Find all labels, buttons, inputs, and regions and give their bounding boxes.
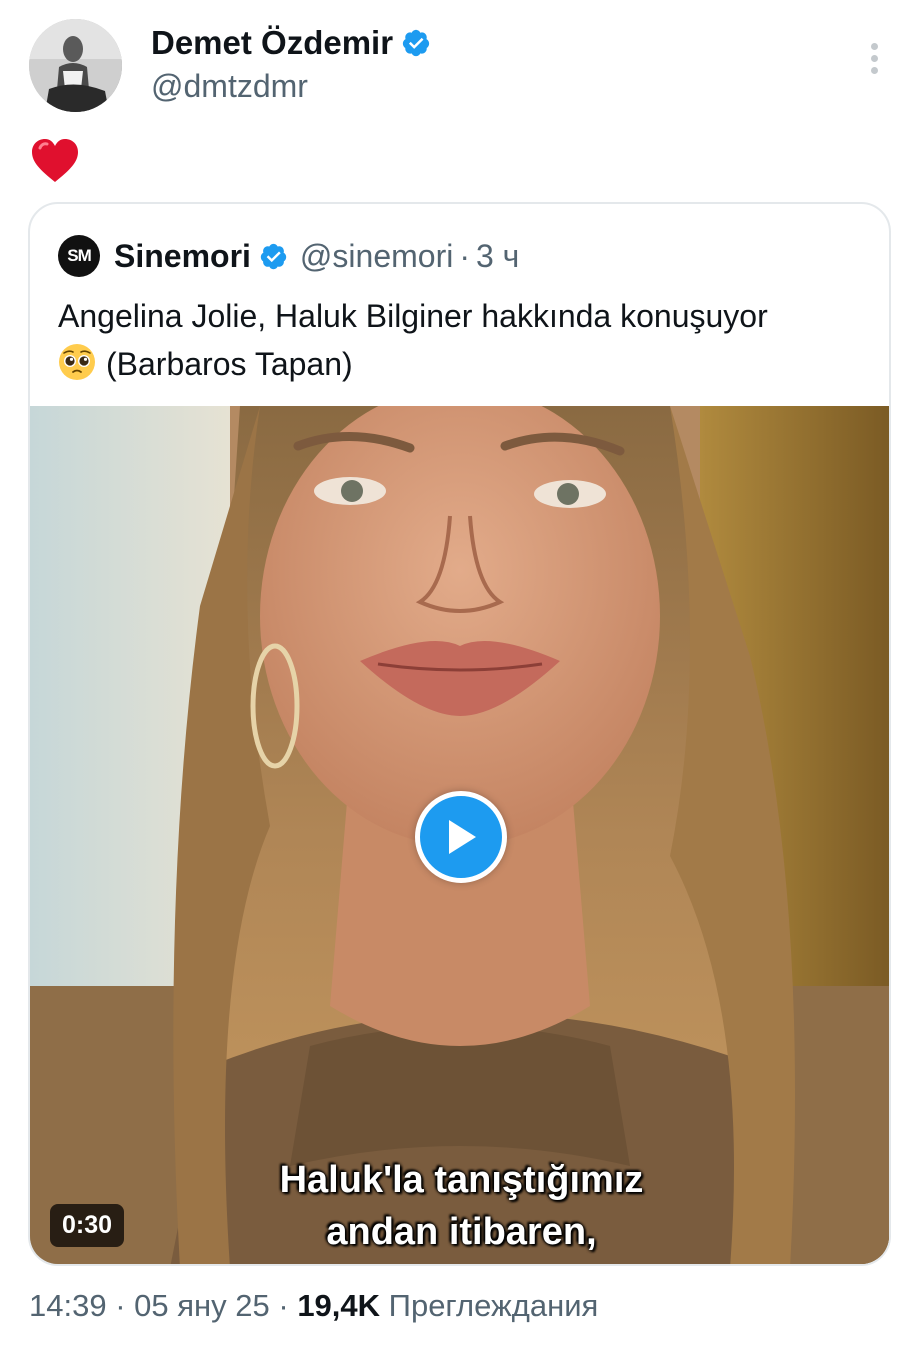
pleading-face-icon bbox=[59, 344, 95, 380]
video-subtitle: Haluk'la tanıştığımız andan itibaren, bbox=[30, 1154, 889, 1258]
play-icon bbox=[449, 820, 476, 854]
avatar-photo bbox=[29, 19, 122, 112]
views-count[interactable]: 19,4K bbox=[297, 1288, 380, 1323]
subtitle-line: Haluk'la tanıştığımız bbox=[279, 1159, 644, 1201]
quoted-tweet-text: Angelina Jolie, Haluk Bilginer hakkında … bbox=[58, 292, 868, 388]
red-heart-icon bbox=[32, 139, 78, 182]
meta-separator: · bbox=[106, 1288, 135, 1323]
meta-separator: · bbox=[269, 1288, 298, 1323]
verified-badge-icon bbox=[260, 243, 287, 269]
quoted-text-line: Angelina Jolie, Haluk Bilginer hakkında … bbox=[58, 298, 768, 334]
quoted-tweet-header: SM Sinemori @sinemori · 3 ч bbox=[58, 232, 519, 280]
logo-text: SM bbox=[67, 246, 91, 265]
tweet-date[interactable]: 05 яну 25 bbox=[134, 1288, 270, 1323]
author-name-row[interactable]: Demet Özdemir bbox=[151, 24, 431, 62]
quoted-text-line-2: (Barbaros Tapan) bbox=[58, 340, 868, 388]
tweet-meta: 14:39 · 05 яну 25 · 19,4K Преглеждания bbox=[29, 1288, 598, 1324]
author-handle[interactable]: @dmtzdmr bbox=[151, 68, 308, 105]
quoted-author-name[interactable]: Sinemori bbox=[114, 238, 251, 275]
sinemori-logo[interactable]: SM bbox=[58, 235, 100, 277]
quoted-tweet-time[interactable]: 3 ч bbox=[476, 238, 519, 275]
video-player[interactable]: Haluk'la tanıştığımız andan itibaren, 0:… bbox=[30, 406, 889, 1264]
tweet-time[interactable]: 14:39 bbox=[29, 1288, 107, 1323]
quoted-tweet-card[interactable]: SM Sinemori @sinemori · 3 ч Angelina Jol… bbox=[28, 202, 891, 1266]
tweet-text bbox=[30, 138, 84, 186]
quoted-text-line: (Barbaros Tapan) bbox=[106, 346, 353, 382]
video-duration-badge: 0:30 bbox=[50, 1204, 125, 1247]
play-button[interactable] bbox=[415, 791, 507, 883]
separator-dot: · bbox=[459, 237, 470, 274]
more-options-button[interactable] bbox=[858, 38, 890, 78]
author-name[interactable]: Demet Özdemir bbox=[151, 24, 393, 62]
verified-badge-icon bbox=[402, 29, 430, 57]
more-dot-icon bbox=[870, 42, 878, 50]
quoted-author-handle[interactable]: @sinemori bbox=[300, 238, 453, 275]
subtitle-line: andan itibaren, bbox=[326, 1211, 597, 1253]
views-label: Преглеждания bbox=[388, 1288, 599, 1323]
more-dot-icon bbox=[870, 54, 878, 62]
author-avatar[interactable] bbox=[29, 19, 122, 112]
more-dot-icon bbox=[870, 66, 878, 74]
